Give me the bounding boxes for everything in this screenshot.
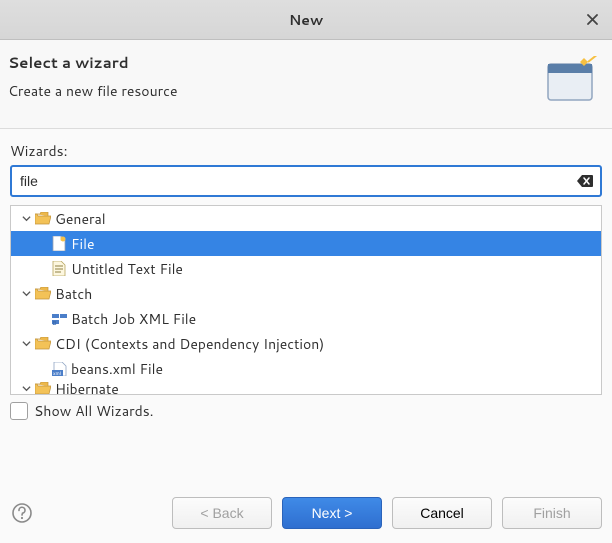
- wizard-header: Select a wizard Create a new file resour…: [0, 40, 612, 129]
- cancel-button[interactable]: Cancel: [392, 497, 492, 529]
- close-icon: [587, 14, 598, 25]
- tree-category-hibernate[interactable]: Hibernate: [11, 381, 601, 395]
- chevron-down-icon: [22, 214, 31, 223]
- svg-text:xml: xml: [53, 370, 61, 376]
- folder-open-icon: [35, 211, 51, 227]
- tree-item-label: Untitled Text File: [71, 259, 183, 279]
- expander-toggle[interactable]: [19, 212, 33, 226]
- svg-text:B: B: [52, 318, 57, 326]
- help-button[interactable]: [10, 501, 34, 525]
- expander-toggle[interactable]: [19, 382, 33, 396]
- search-field-wrap: [10, 165, 602, 197]
- wizard-subtitle: Create a new file resource: [8, 81, 544, 101]
- close-button[interactable]: [582, 10, 602, 30]
- expander-toggle[interactable]: [19, 287, 33, 301]
- tree-item-label: Batch: [55, 284, 92, 304]
- tree-category-cdi[interactable]: CDI (Contexts and Dependency Injection): [11, 331, 601, 356]
- wizards-label: Wizards:: [10, 141, 602, 161]
- folder-open-icon: [35, 336, 51, 352]
- folder-open-icon: [35, 286, 51, 302]
- show-all-checkbox[interactable]: [10, 402, 28, 420]
- finish-button[interactable]: Finish: [502, 497, 602, 529]
- tree-item-label: Batch Job XML File: [71, 309, 196, 329]
- show-all-wizards-row: Show All Wizards.: [10, 395, 602, 421]
- help-icon: [12, 503, 32, 523]
- dialog-footer: < Back Next > Cancel Finish: [0, 487, 612, 543]
- wizard-tree[interactable]: General File Untitled Text File Batch B …: [10, 205, 602, 395]
- expander-toggle[interactable]: [19, 337, 33, 351]
- back-button[interactable]: < Back: [172, 497, 272, 529]
- tree-item-label: General: [55, 209, 106, 229]
- tree-item-label: CDI (Contexts and Dependency Injection): [55, 334, 324, 354]
- chevron-down-icon: [22, 289, 31, 298]
- tree-category-general[interactable]: General: [11, 206, 601, 231]
- clear-icon: [577, 175, 593, 187]
- batch-xml-icon: B: [51, 311, 67, 327]
- tree-item-batch-job-xml[interactable]: B Batch Job XML File: [11, 306, 601, 331]
- wizard-banner-icon: [544, 52, 600, 108]
- search-input[interactable]: [20, 173, 576, 189]
- wizard-title: Select a wizard: [8, 52, 544, 73]
- clear-search-button[interactable]: [576, 172, 594, 190]
- chevron-down-icon: [22, 384, 31, 393]
- tree-category-batch[interactable]: Batch: [11, 281, 601, 306]
- tree-item-label: beans.xml File: [71, 359, 163, 379]
- tree-item-file[interactable]: File: [11, 231, 601, 256]
- window-title: New: [289, 10, 323, 30]
- text-file-icon: [51, 261, 67, 277]
- tree-item-label: Hibernate: [55, 381, 119, 395]
- tree-item-label: File: [71, 234, 95, 254]
- tree-item-beans-xml[interactable]: xml beans.xml File: [11, 356, 601, 381]
- xml-file-icon: xml: [51, 361, 67, 377]
- folder-open-icon: [35, 381, 51, 395]
- file-new-icon: [51, 236, 67, 252]
- tree-item-untitled-text-file[interactable]: Untitled Text File: [11, 256, 601, 281]
- show-all-label: Show All Wizards.: [34, 401, 154, 421]
- chevron-down-icon: [22, 339, 31, 348]
- title-bar: New: [0, 0, 612, 40]
- next-button[interactable]: Next >: [282, 497, 382, 529]
